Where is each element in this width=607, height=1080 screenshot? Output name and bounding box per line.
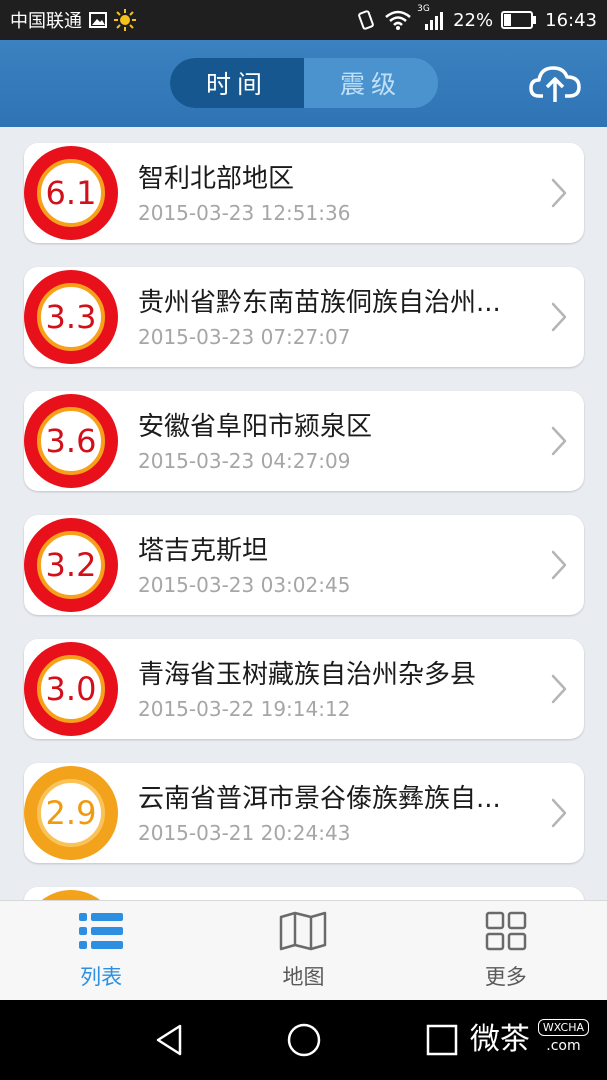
recents-icon[interactable] (424, 1022, 460, 1058)
quake-list-item[interactable]: 6.1 智利北部地区 2015-03-23 12:51:36 (24, 143, 584, 243)
magnitude-value: 3.2 (37, 531, 105, 599)
quake-location: 安徽省阜阳市颍泉区 (138, 412, 373, 442)
home-icon[interactable] (286, 1022, 322, 1058)
quake-time: 2015-03-23 12:51:36 (138, 201, 351, 225)
chevron-right-icon (550, 673, 568, 705)
quake-time: 2015-03-23 03:02:45 (138, 573, 351, 597)
cloud-upload-icon[interactable] (529, 62, 581, 104)
vibrate-icon (355, 9, 377, 31)
chevron-right-icon (550, 177, 568, 209)
wifi-icon (385, 10, 411, 30)
quake-list-item[interactable]: 3.2 塔吉克斯坦 2015-03-23 03:02:45 (24, 515, 584, 615)
quake-location: 塔吉克斯坦 (138, 536, 269, 566)
signal-icon: 3G (417, 4, 445, 30)
magnitude-value: 3.3 (37, 283, 105, 351)
list-icon (79, 911, 124, 955)
tab-more[interactable]: 更多 (405, 901, 607, 1000)
map-icon (279, 911, 327, 955)
magnitude-badge: 6.1 (24, 146, 118, 240)
magnitude-badge: 3.6 (24, 394, 118, 488)
quake-time: 2015-03-21 20:24:43 (138, 821, 351, 845)
magnitude-badge: 3.2 (24, 518, 118, 612)
chevron-right-icon (550, 797, 568, 829)
quake-list: 6.1 智利北部地区 2015-03-23 12:51:36 3.3 贵州省黔东南苗族侗… (0, 127, 607, 900)
chevron-right-icon (550, 425, 568, 457)
tab-map-label: 地图 (282, 964, 325, 989)
watermark-domain: .com (546, 1037, 581, 1054)
magnitude-value: 2.9 (37, 779, 105, 847)
battery-icon (501, 11, 537, 29)
sort-segmented-control: 时间 震级 (170, 58, 438, 108)
chevron-right-icon (550, 301, 568, 333)
status-bar: 中国联通 3G 22% 16:43 (0, 0, 607, 40)
quake-list-item[interactable] (24, 887, 584, 900)
quake-location: 智利北部地区 (138, 164, 295, 194)
quake-time: 2015-03-23 04:27:09 (138, 449, 351, 473)
app-header: 时间 震级 (0, 40, 607, 127)
quake-list-item[interactable]: 2.9 云南省普洱市景谷傣族彝族自... 2015-03-21 20:24:43 (24, 763, 584, 863)
magnitude-value: 3.6 (37, 407, 105, 475)
bottom-tab-bar: 列表 地图 更多 (0, 900, 607, 1000)
quake-list-item[interactable]: 3.0 青海省玉树藏族自治州杂多县 2015-03-22 19:14:12 (24, 639, 584, 739)
magnitude-badge: 2.9 (24, 766, 118, 860)
clock: 16:43 (545, 9, 597, 31)
magnitude-value: 3.0 (37, 655, 105, 723)
tab-list-label: 列表 (80, 964, 123, 989)
tab-more-label: 更多 (484, 964, 527, 989)
quake-time: 2015-03-22 19:14:12 (138, 697, 351, 721)
quake-list-item[interactable]: 3.6 安徽省阜阳市颍泉区 2015-03-23 04:27:09 (24, 391, 584, 491)
quake-time: 2015-03-23 07:27:07 (138, 325, 351, 349)
watermark: 微茶 WXCHA .com (470, 1014, 589, 1058)
magnitude-badge: 3.3 (24, 270, 118, 364)
image-icon (88, 10, 108, 30)
tab-time[interactable]: 时间 (170, 58, 304, 108)
magnitude-badge: 3.0 (24, 642, 118, 736)
magnitude-badge (24, 890, 118, 900)
back-icon[interactable] (152, 1022, 188, 1058)
grid-icon (485, 911, 527, 955)
watermark-badge: WXCHA (537, 1018, 589, 1036)
battery-percent: 22% (453, 9, 494, 31)
watermark-text: 微茶 (469, 1022, 530, 1057)
quake-location: 贵州省黔东南苗族侗族自治州... (138, 288, 501, 318)
tab-list[interactable]: 列表 (0, 901, 202, 1000)
magnitude-value: 6.1 (37, 159, 105, 227)
quake-location: 云南省普洱市景谷傣族彝族自... (138, 784, 501, 814)
sun-icon (114, 9, 136, 31)
system-nav-bar: 微茶 WXCHA .com (0, 1000, 607, 1080)
tab-map[interactable]: 地图 (202, 901, 404, 1000)
tab-magnitude[interactable]: 震级 (304, 58, 438, 108)
quake-list-item[interactable]: 3.3 贵州省黔东南苗族侗族自治州... 2015-03-23 07:27:07 (24, 267, 584, 367)
chevron-right-icon (550, 549, 568, 581)
network-type: 3G (417, 4, 430, 14)
carrier-label: 中国联通 (10, 11, 82, 32)
quake-location: 青海省玉树藏族自治州杂多县 (138, 660, 477, 690)
